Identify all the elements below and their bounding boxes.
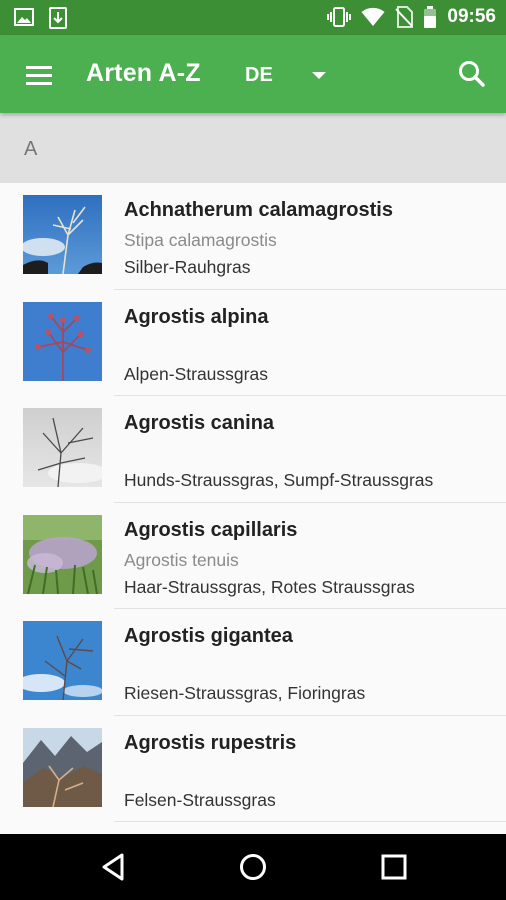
species-name: Achnatherum calamagrostis xyxy=(124,199,393,221)
home-button[interactable] xyxy=(233,847,273,887)
list-item[interactable]: Achnatherum calamagrostis Stipa calamagr… xyxy=(0,183,506,290)
back-icon xyxy=(102,853,124,881)
search-icon xyxy=(459,61,485,87)
language-value: DE xyxy=(245,63,273,86)
list-item[interactable]: Agrostis capillaris Agrostis tenuis Haar… xyxy=(0,503,506,609)
list-item[interactable]: Agrostis alpina Alpen-Straussgras xyxy=(0,290,506,396)
menu-icon-line xyxy=(26,81,52,85)
menu-icon xyxy=(26,65,52,69)
species-thumbnail xyxy=(23,301,102,381)
species-synonym: Agrostis tenuis xyxy=(124,549,239,570)
language-select[interactable]: DE xyxy=(245,57,345,93)
no-sim-icon xyxy=(395,6,414,28)
system-nav-bar xyxy=(0,834,506,900)
download-icon xyxy=(49,7,67,29)
battery-icon xyxy=(424,6,437,28)
dropdown-arrow-icon xyxy=(312,72,326,79)
status-bar: 09:56 xyxy=(0,0,506,35)
species-name: Agrostis rupestris xyxy=(124,731,297,754)
species-common-name: Alpen-Straussgras xyxy=(124,363,268,384)
list-item[interactable]: Agrostis gigantea Riesen-Straussgras, Fi… xyxy=(0,609,506,716)
species-name: Agrostis alpina xyxy=(124,305,269,328)
recents-button[interactable] xyxy=(374,847,414,887)
menu-button[interactable] xyxy=(16,55,60,95)
species-synonym: Stipa calamagrostis xyxy=(124,230,277,250)
recents-icon xyxy=(381,854,407,880)
species-thumbnail xyxy=(23,195,102,274)
back-button[interactable] xyxy=(94,847,134,887)
species-name: Agrostis canina xyxy=(124,412,275,434)
section-letter: A xyxy=(24,138,38,160)
species-thumbnail xyxy=(23,621,102,700)
list-item[interactable]: Agrostis canina Hunds-Straussgras, Sumpf… xyxy=(0,396,506,503)
image-icon xyxy=(14,8,34,26)
app-bar: Arten A-Z DE xyxy=(0,35,506,113)
species-thumbnail xyxy=(23,727,102,807)
species-name: Agrostis capillaris xyxy=(124,518,298,541)
species-common-name: Silber-Rauhgras xyxy=(124,257,251,277)
vibrate-icon xyxy=(327,7,352,27)
menu-icon-line xyxy=(26,73,52,77)
species-thumbnail xyxy=(23,514,102,594)
species-common-name: Haar-Straussgras, Rotes Straussgras xyxy=(124,576,415,597)
species-thumbnail xyxy=(23,408,102,487)
divider xyxy=(114,821,506,822)
species-common-name: Hunds-Straussgras, Sumpf-Straussgras xyxy=(124,470,434,490)
list-item[interactable]: Agrostis rupestris Felsen-Straussgras xyxy=(0,716,506,822)
wifi-icon xyxy=(361,7,385,26)
species-common-name: Felsen-Straussgras xyxy=(124,789,276,810)
page-title: Arten A-Z xyxy=(86,59,201,87)
home-icon xyxy=(240,854,266,880)
species-list[interactable]: Achnatherum calamagrostis Stipa calamagr… xyxy=(0,183,506,834)
species-common-name: Riesen-Straussgras, Fioringras xyxy=(124,683,366,703)
species-name: Agrostis gigantea xyxy=(124,625,293,647)
section-header: A xyxy=(0,113,506,183)
search-button[interactable] xyxy=(454,57,490,93)
status-time: 09:56 xyxy=(447,6,496,27)
